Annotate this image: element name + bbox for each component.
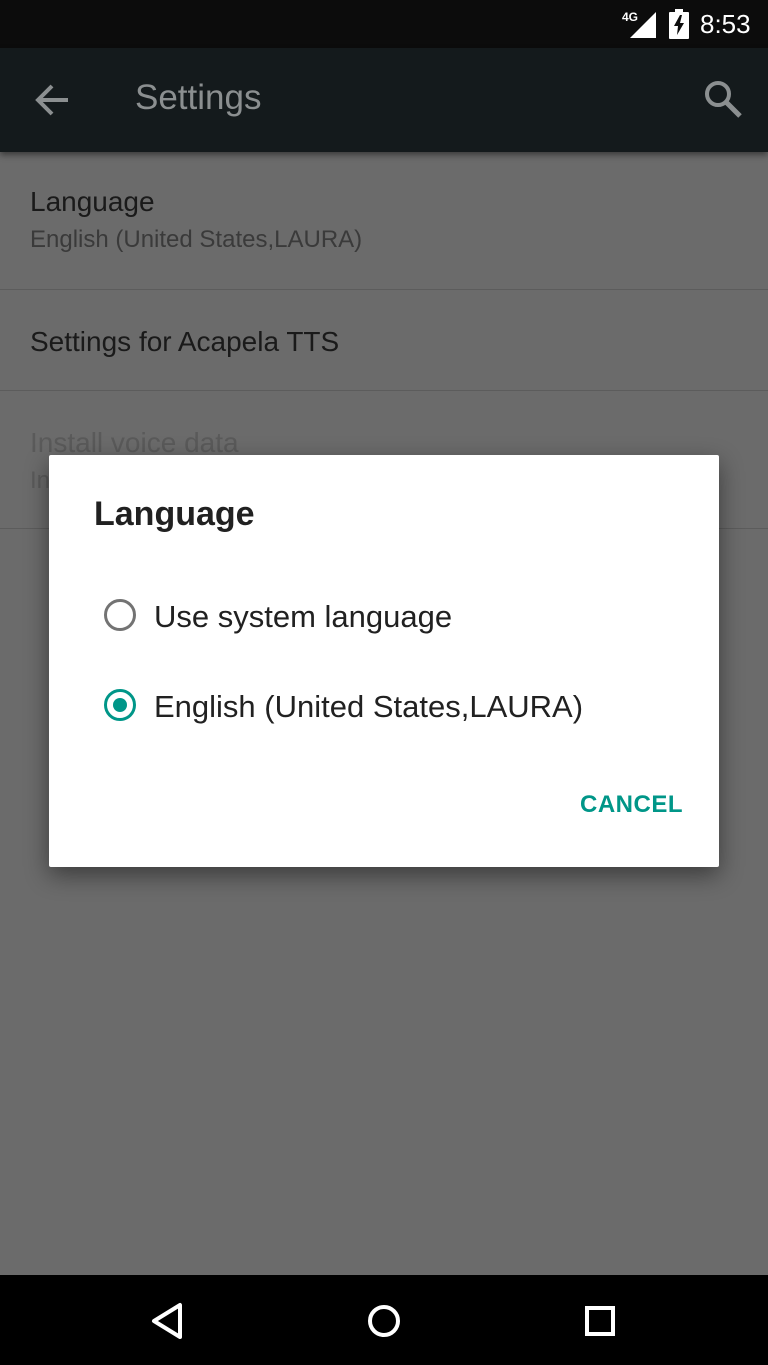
nav-recents-icon[interactable] <box>576 1297 624 1345</box>
cancel-button[interactable]: CANCEL <box>580 791 683 819</box>
language-preference[interactable]: Language English (United States,LAURA) <box>0 152 768 290</box>
page-title: Settings <box>135 78 262 117</box>
signal-icon <box>630 12 656 38</box>
navigation-bar <box>0 1275 768 1365</box>
option-english-laura[interactable]: English (United States,LAURA) <box>49 669 719 749</box>
preference-summary: English (United States,LAURA) <box>30 226 363 253</box>
radio-button-selected[interactable] <box>104 689 136 721</box>
radio-button[interactable] <box>104 599 136 631</box>
dialog-title: Language <box>94 495 255 533</box>
battery-charging-icon <box>669 9 689 39</box>
language-dialog: Language Use system language English (Un… <box>49 455 719 867</box>
status-bar: 4G 8:53 <box>0 0 768 48</box>
app-bar: Settings <box>0 48 768 152</box>
clock: 8:53 <box>700 9 751 39</box>
nav-home-icon[interactable] <box>360 1297 408 1345</box>
option-label: Use system language <box>154 599 453 634</box>
search-icon[interactable] <box>700 76 746 122</box>
option-use-system-language[interactable]: Use system language <box>49 579 719 659</box>
back-arrow-icon[interactable] <box>28 78 76 122</box>
acapela-settings-preference[interactable]: Settings for Acapela TTS <box>0 290 768 391</box>
nav-back-icon[interactable] <box>144 1297 192 1345</box>
option-label: English (United States,LAURA) <box>154 689 584 724</box>
preference-title: Language <box>30 186 155 217</box>
preference-summary: In <box>30 467 51 494</box>
preference-title: Settings for Acapela TTS <box>30 326 340 357</box>
